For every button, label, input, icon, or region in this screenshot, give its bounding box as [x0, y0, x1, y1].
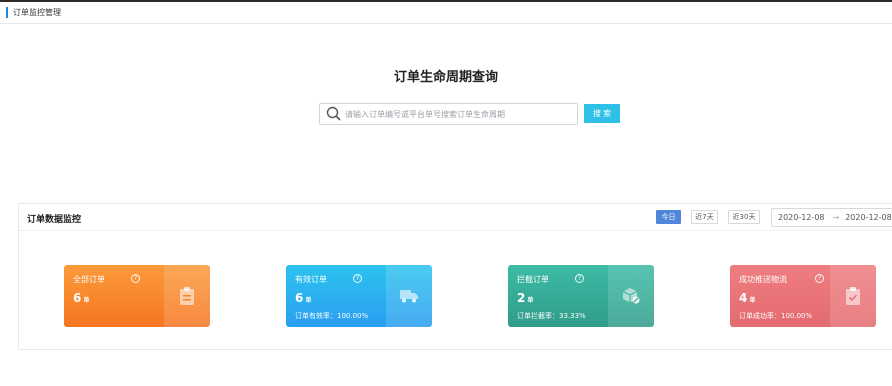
card-success-logistics[interactable]: 成功推送物流 ? 4单 订单成功率：100.00%: [730, 265, 876, 327]
card-icon-area: [386, 265, 432, 327]
clipboard-icon: [180, 287, 194, 305]
help-icon[interactable]: ?: [575, 274, 584, 283]
range-today-button[interactable]: 今日: [656, 210, 681, 224]
search-box[interactable]: [319, 103, 578, 125]
panel-title: 订单数据监控: [27, 215, 82, 225]
card-icon-area: [608, 265, 654, 327]
card-icon-area: [830, 265, 876, 327]
order-monitor-panel: 订单数据监控 今日 近7天 近30天 2020-12-08 → 2020-12-…: [18, 203, 892, 350]
help-icon[interactable]: ?: [131, 274, 140, 283]
search-title: 订单生命周期查询: [393, 70, 498, 85]
truck-icon: [400, 290, 418, 303]
header-accent-bar: [6, 7, 8, 18]
page-title: 订单监控管理: [13, 8, 61, 17]
page-header: 订单监控管理: [0, 2, 892, 24]
clipboard-check-icon: [846, 287, 860, 305]
range-7days-button[interactable]: 近7天: [691, 210, 718, 224]
card-all-orders[interactable]: 全部订单 ? 6单: [64, 265, 210, 327]
date-arrow-icon: →: [832, 213, 840, 222]
package-block-icon: [622, 288, 640, 304]
help-icon[interactable]: ?: [353, 274, 362, 283]
count-unit: 单: [527, 297, 534, 304]
search-button[interactable]: 搜 索: [584, 104, 620, 123]
count-value: 6: [295, 291, 304, 305]
card-rate: 订单成功率：100.00%: [739, 312, 813, 320]
card-label: 拦截订单: [517, 275, 549, 284]
card-icon-area: [164, 265, 210, 327]
card-count: 6单: [295, 291, 311, 305]
count-unit: 单: [83, 297, 90, 304]
date-start[interactable]: 2020-12-08: [778, 213, 825, 222]
help-icon[interactable]: ?: [815, 274, 824, 283]
count-value: 2: [517, 291, 526, 305]
card-label: 成功推送物流: [739, 275, 787, 284]
count-value: 4: [739, 291, 748, 305]
card-valid-orders[interactable]: 有效订单 ? 6单 订单有效率：100.00%: [286, 265, 432, 327]
count-value: 6: [73, 291, 82, 305]
card-label: 全部订单: [73, 275, 105, 284]
range-30days-button[interactable]: 近30天: [728, 210, 760, 224]
search-input[interactable]: [345, 109, 565, 119]
count-unit: 单: [305, 297, 312, 304]
panel-header: 订单数据监控 今日 近7天 近30天 2020-12-08 → 2020-12-…: [19, 204, 892, 231]
count-unit: 单: [749, 297, 756, 304]
date-end[interactable]: 2020-12-08: [845, 213, 892, 222]
card-blocked-orders[interactable]: 拦截订单 ? 2单 订单拦截率：33.33%: [508, 265, 654, 327]
card-label: 有效订单: [295, 275, 327, 284]
card-count: 4单: [739, 291, 755, 305]
search-icon: [326, 106, 341, 121]
card-rate: 订单有效率：100.00%: [295, 312, 369, 320]
card-rate: 订单拦截率：33.33%: [517, 312, 586, 320]
date-range-picker[interactable]: 2020-12-08 → 2020-12-08: [771, 208, 892, 227]
card-count: 2单: [517, 291, 533, 305]
card-count: 6单: [73, 291, 89, 305]
